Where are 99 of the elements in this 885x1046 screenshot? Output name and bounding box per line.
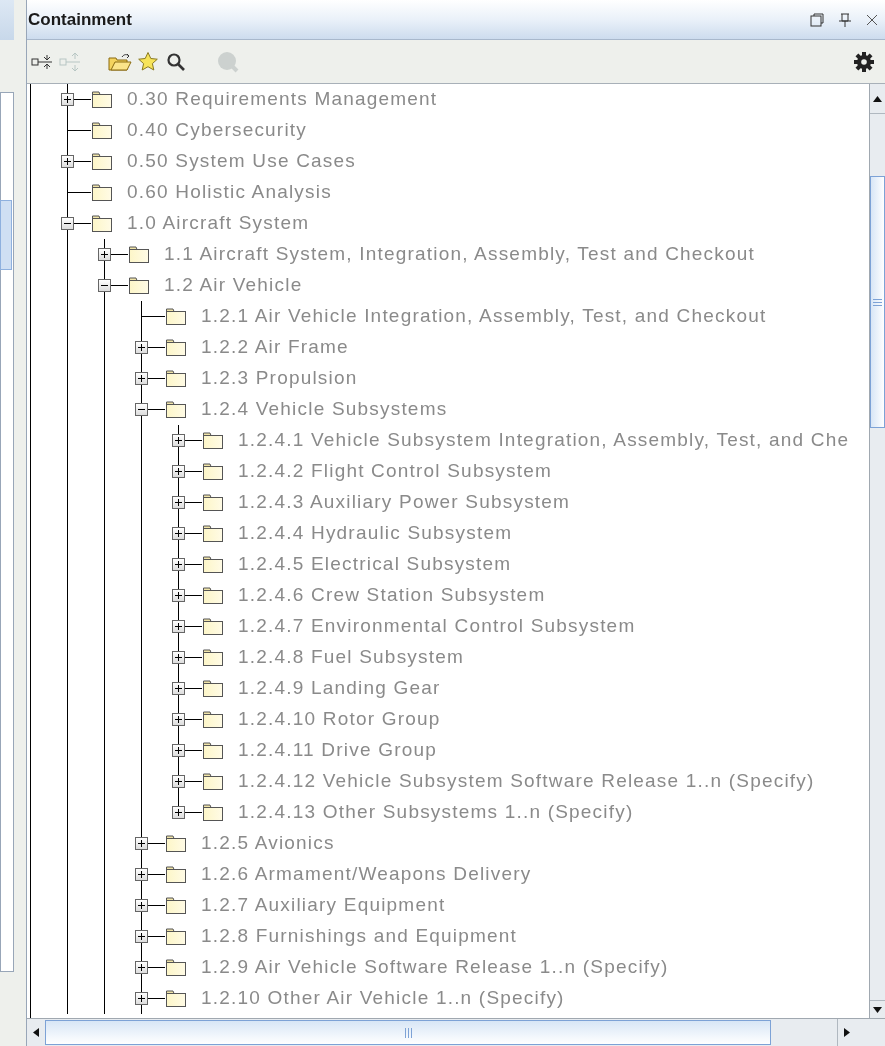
expand-toggle[interactable] — [172, 620, 185, 633]
folder-icon — [165, 369, 187, 388]
tree-item-label[interactable]: 1.2.4.6 Crew Station Subsystem — [238, 581, 546, 610]
horizontal-scrollbar[interactable] — [27, 1018, 885, 1046]
tree-item-label[interactable]: 1.2.2 Air Frame — [201, 333, 349, 362]
collapse-toggle[interactable] — [61, 217, 74, 230]
folder-icon — [165, 307, 187, 326]
scroll-thumb[interactable] — [870, 176, 885, 428]
expand-toggle[interactable] — [61, 155, 74, 168]
tree-item-label[interactable]: 1.2.5 Avionics — [201, 829, 335, 858]
expand-toggle[interactable] — [135, 837, 148, 850]
tree-item-label[interactable]: 1.2.4.12 Vehicle Subsystem Software Release 1..n (Specify) — [238, 767, 815, 796]
expand-toggle[interactable] — [172, 744, 185, 757]
tree-item-label[interactable]: 1.0 Aircraft System — [127, 209, 310, 238]
expand-toggle[interactable] — [172, 527, 185, 540]
tree-item-label[interactable]: 1.2.4.5 Electrical Subsystem — [238, 550, 512, 579]
folder-icon — [165, 865, 187, 884]
tree-item-label[interactable]: 1.2.4.4 Hydraulic Subsystem — [238, 519, 513, 548]
right-arrow-icon — [843, 1028, 850, 1037]
expand-toggle[interactable] — [172, 682, 185, 695]
expand-toggle[interactable] — [61, 93, 74, 106]
tree-item-label[interactable]: 0.50 System Use Cases — [127, 147, 356, 176]
folder-icon — [202, 493, 224, 512]
expand-toggle[interactable] — [172, 496, 185, 509]
folder-icon — [202, 710, 224, 729]
folder-icon — [165, 989, 187, 1008]
expand-toggle[interactable] — [172, 589, 185, 602]
expand-toggle[interactable] — [98, 248, 111, 261]
expand-toggle[interactable] — [172, 434, 185, 447]
folder-icon — [165, 834, 187, 853]
folder-icon — [202, 431, 224, 450]
left-arrow-icon — [33, 1028, 39, 1037]
folder-icon — [202, 648, 224, 667]
tree-item-label[interactable]: 1.2.4.9 Landing Gear — [238, 674, 441, 703]
expand-toggle[interactable] — [172, 651, 185, 664]
collapse-toggle[interactable] — [135, 403, 148, 416]
tree-item-label[interactable]: 1.2.6 Armament/Weapons Delivery — [201, 860, 532, 889]
tree-item-label[interactable]: 1.2.10 Other Air Vehicle 1..n (Specify) — [201, 984, 565, 1013]
expand-toggle[interactable] — [135, 868, 148, 881]
folder-icon — [165, 338, 187, 357]
folder-icon — [202, 462, 224, 481]
tree-item-label[interactable]: 0.30 Requirements Management — [127, 85, 438, 114]
expand-toggle[interactable] — [172, 806, 185, 819]
expand-toggle[interactable] — [135, 992, 148, 1005]
panel-title: Containment — [28, 8, 133, 31]
folder-icon — [91, 214, 113, 233]
tree-item-label[interactable]: 1.2.4.1 Vehicle Subsystem Integration, Assembly, Test, and Che — [238, 426, 850, 455]
tree-item-label[interactable]: 1.2.4 Vehicle Subsystems — [201, 395, 448, 424]
tree-item-label[interactable]: 1.2.4.11 Drive Group — [238, 736, 437, 765]
tree-item-label[interactable]: 1.2.4.2 Flight Control Subsystem — [238, 457, 553, 486]
expand-toggle[interactable] — [135, 961, 148, 974]
scroll-thumb[interactable] — [45, 1020, 771, 1045]
expand-toggle[interactable] — [172, 558, 185, 571]
expand-toggle[interactable] — [135, 341, 148, 354]
folder-icon — [165, 927, 187, 946]
folder-icon — [91, 90, 113, 109]
folder-icon — [202, 772, 224, 791]
folder-icon — [202, 803, 224, 822]
expand-toggle[interactable] — [172, 775, 185, 788]
restore-icon[interactable] — [810, 12, 824, 27]
tree-item-label[interactable]: 1.1 Aircraft System, Integration, Assembly, Test and Checkout — [164, 240, 756, 269]
close-icon[interactable] — [866, 13, 878, 26]
expand-toggle[interactable] — [135, 899, 148, 912]
up-arrow-icon — [873, 95, 882, 102]
folder-icon — [91, 121, 113, 140]
collapse-toggle[interactable] — [98, 279, 111, 292]
tree-item-label[interactable]: 1.2.4.13 Other Subsystems 1..n (Specify) — [238, 798, 634, 827]
expand-toggle[interactable] — [172, 465, 185, 478]
tree-item-label[interactable]: 1.2.4.10 Rotor Group — [238, 705, 441, 734]
tree-item-label[interactable]: 1.2.4.7 Environmental Control Subsystem — [238, 612, 636, 641]
folder-icon — [202, 524, 224, 543]
tree-item-label[interactable]: 1.2.8 Furnishings and Equipment — [201, 922, 518, 951]
folder-icon — [91, 183, 113, 202]
folder-icon — [165, 896, 187, 915]
folder-icon — [128, 276, 150, 295]
folder-icon — [91, 152, 113, 171]
tree-item-label[interactable]: 0.40 Cybersecurity — [127, 116, 307, 145]
tree-item-label[interactable]: 1.2.1 Air Vehicle Integration, Assembly, Test, and Checkout — [201, 302, 767, 331]
folder-icon — [165, 958, 187, 977]
tree-item-label[interactable]: 1.2.7 Auxiliary Equipment — [201, 891, 446, 920]
expand-toggle[interactable] — [135, 930, 148, 943]
tree-item-label[interactable]: 1.2 Air Vehicle — [164, 271, 303, 300]
folder-icon — [202, 555, 224, 574]
folder-icon — [202, 679, 224, 698]
expand-toggle[interactable] — [135, 372, 148, 385]
folder-icon — [165, 400, 187, 419]
tree-item-label[interactable]: 0.60 Holistic Analysis — [127, 178, 332, 207]
tree-item-label[interactable]: 1.2.4.8 Fuel Subsystem — [238, 643, 464, 672]
folder-icon — [202, 586, 224, 605]
expand-toggle[interactable] — [172, 713, 185, 726]
folder-icon — [202, 741, 224, 760]
vertical-scrollbar[interactable] — [869, 84, 885, 1018]
down-arrow-icon — [873, 1006, 882, 1013]
tree-item-label[interactable]: 1.2.9 Air Vehicle Software Release 1..n (Specify) — [201, 953, 669, 982]
tree-item-label[interactable]: 1.2.3 Propulsion — [201, 364, 358, 393]
folder-icon — [202, 617, 224, 636]
tree-item-label[interactable]: 1.2.4.3 Auxiliary Power Subsystem — [238, 488, 571, 517]
pin-icon[interactable] — [838, 12, 852, 27]
folder-icon — [128, 245, 150, 264]
